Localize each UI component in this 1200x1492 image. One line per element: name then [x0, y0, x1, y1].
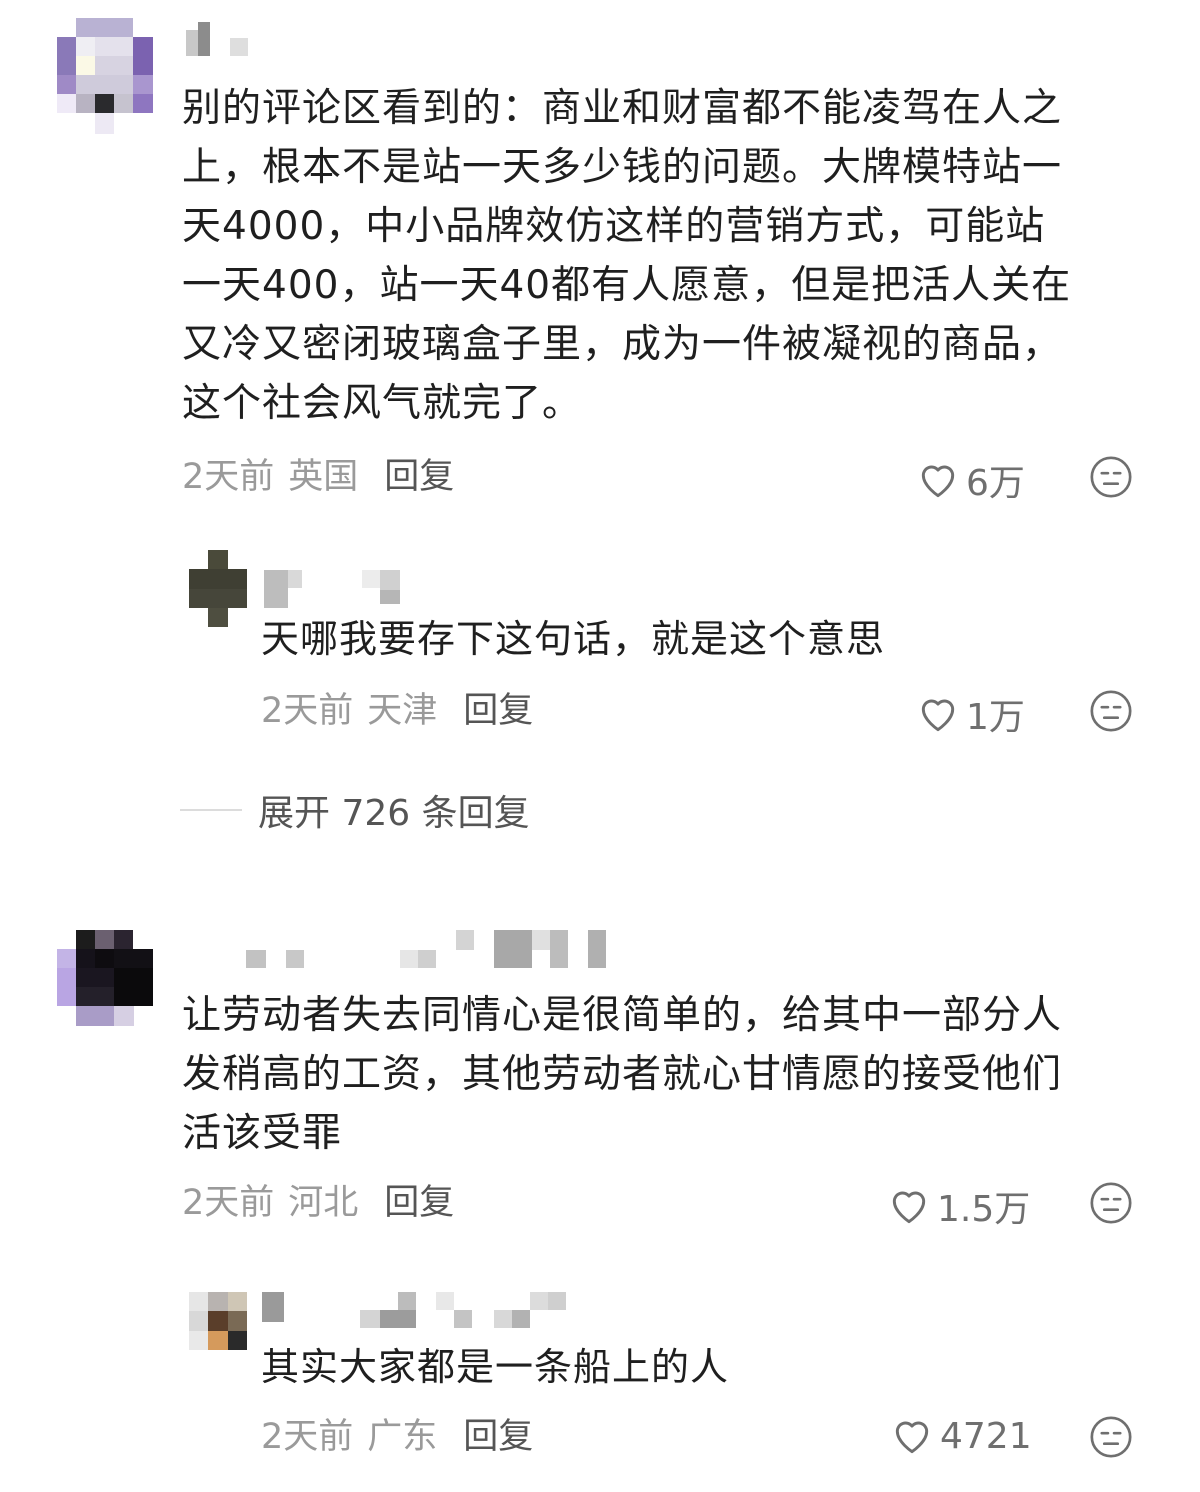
like-count: 4721 [940, 1415, 1032, 1457]
avatar[interactable] [57, 930, 153, 1026]
reply-button[interactable]: 回复 [463, 691, 533, 731]
username-pixelated[interactable] [246, 930, 612, 970]
like-button[interactable]: 4721 [890, 1414, 1032, 1458]
heart-outline-icon [921, 465, 955, 498]
expand-replies-button[interactable]: 展开 726 条回复 [180, 784, 530, 836]
reply-time: 2天前 [261, 691, 354, 731]
heart-outline-icon [895, 1421, 929, 1454]
comment-text: 别的评论区看到的：商业和财富都不能凌驾在人之 上，根本不是站一天多少钱的问题。大… [182, 86, 1072, 426]
username-pixelated[interactable] [262, 1290, 572, 1332]
reply-time: 2天前 [261, 1417, 354, 1457]
reply-meta: 2天前 天津 回复 [261, 689, 533, 733]
comment-time: 2天前 [182, 1183, 275, 1223]
heart-outline-icon [921, 699, 955, 732]
like-button[interactable]: 1.5万 [887, 1180, 1030, 1232]
like-count: 6万 [966, 463, 1025, 504]
reply-avatar[interactable] [189, 550, 247, 627]
reply-button[interactable]: 回复 [463, 1417, 533, 1457]
comment-time: 2天前 [182, 457, 275, 497]
username-pixelated[interactable] [186, 22, 256, 58]
reply-button[interactable]: 回复 [384, 457, 454, 497]
like-count: 1万 [966, 697, 1025, 738]
comment-location: 河北 [288, 1183, 359, 1223]
reply-location: 天津 [367, 691, 438, 731]
comment-text: 让劳动者失去同情心是很简单的，给其中一部分人 发稍高的工资，其他劳动者就心甘情愿… [182, 993, 1063, 1156]
comment-location: 英国 [288, 457, 359, 497]
comment-meta: 2天前 河北 回复 [182, 1181, 454, 1225]
unamused-face-icon[interactable] [1088, 454, 1134, 500]
like-button[interactable]: 6万 [916, 454, 1025, 506]
like-button[interactable]: 1万 [916, 688, 1025, 740]
comment-meta: 2天前 英国 回复 [182, 455, 454, 499]
expand-replies-label: 展开 726 条回复 [258, 793, 530, 834]
unamused-face-icon[interactable] [1088, 688, 1134, 734]
reply-meta: 2天前 广东 回复 [261, 1415, 533, 1459]
avatar[interactable] [57, 18, 153, 134]
unamused-face-icon[interactable] [1088, 1414, 1134, 1460]
reply-button[interactable]: 回复 [384, 1183, 454, 1223]
reply-text: 其实大家都是一条船上的人 [261, 1345, 730, 1389]
reply-avatar[interactable] [189, 1292, 247, 1350]
heart-outline-icon [892, 1191, 926, 1224]
unamused-face-icon[interactable] [1088, 1180, 1134, 1226]
reply-text: 天哪我要存下这句话，就是这个意思 [261, 617, 886, 661]
divider-line [180, 809, 242, 811]
like-count: 1.5万 [937, 1189, 1031, 1230]
reply-location: 广东 [367, 1417, 438, 1457]
username-pixelated[interactable] [264, 570, 404, 608]
